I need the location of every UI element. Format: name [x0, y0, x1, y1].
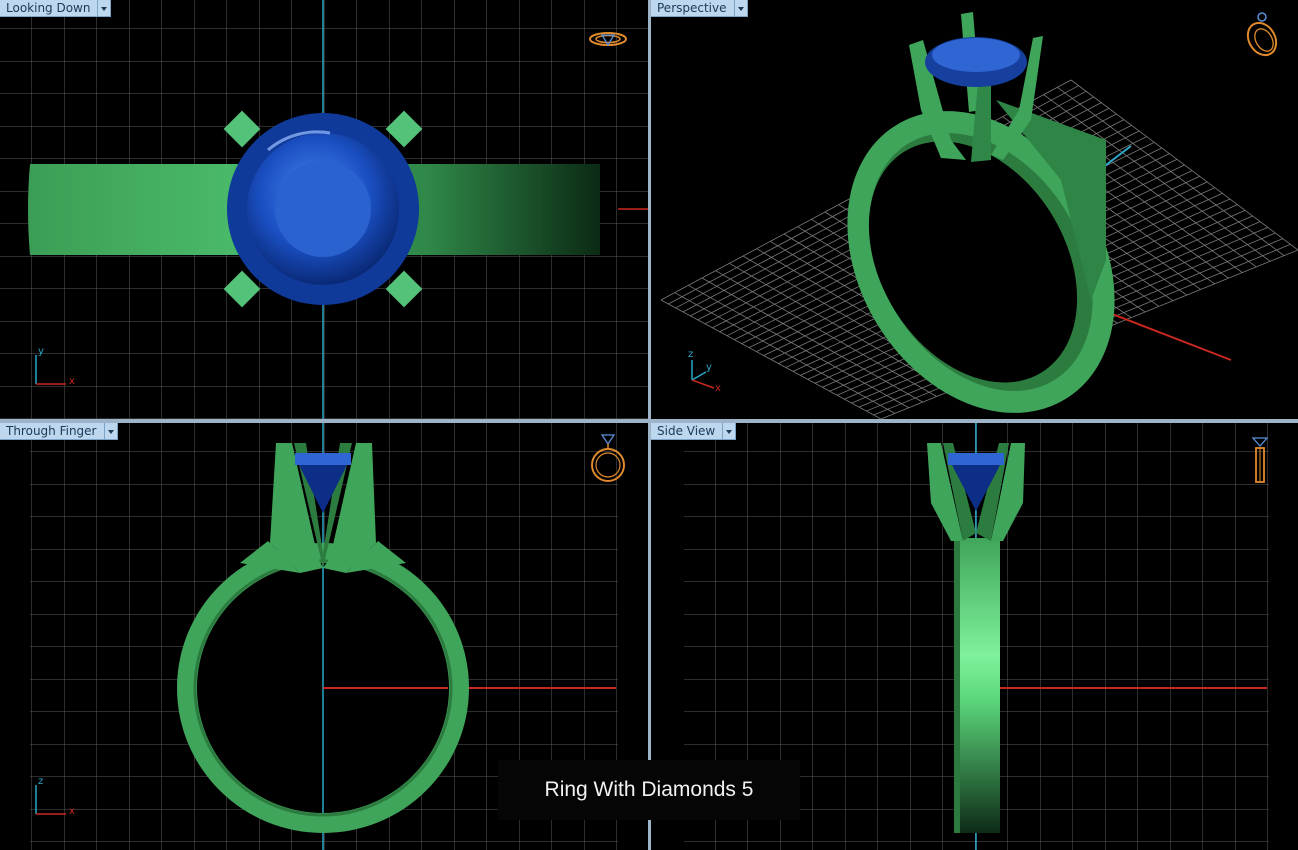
viewport-label-side-view[interactable]: Side View — [651, 423, 737, 440]
ring-top-view-icon[interactable] — [588, 29, 628, 56]
axis-indicator: y x — [30, 345, 80, 390]
viewport-dropdown-chevron-icon[interactable] — [734, 0, 748, 17]
ring-side-view-icon[interactable] — [1248, 432, 1272, 491]
axis-z-label: z — [688, 349, 694, 360]
axis-indicator: z x — [30, 775, 80, 820]
axis-x-label: x — [715, 383, 721, 394]
axis-y-label: y — [706, 362, 712, 373]
viewport-label-text: Through Finger — [0, 423, 105, 440]
model-title-caption: Ring With Diamonds 5 — [498, 760, 800, 820]
viewport-dropdown-chevron-icon[interactable] — [723, 423, 737, 440]
viewport-dropdown-chevron-icon[interactable] — [98, 0, 112, 17]
axis-h-label: x — [69, 376, 75, 387]
axis-v-label: y — [38, 346, 44, 357]
viewport-label-through-finger[interactable]: Through Finger — [0, 423, 118, 440]
ring-front-view-icon[interactable] — [588, 432, 628, 489]
viewport-label-perspective[interactable]: Perspective — [651, 0, 748, 17]
viewport-label-looking-down[interactable]: Looking Down — [0, 0, 112, 17]
viewport-label-text: Perspective — [651, 0, 735, 17]
viewport-looking-down[interactable]: Looking Down y x — [0, 0, 648, 419]
viewport-label-text: Side View — [651, 423, 724, 440]
viewport-horizontal-splitter[interactable] — [0, 419, 1298, 423]
viewport-dropdown-chevron-icon[interactable] — [104, 423, 118, 440]
axis-indicator: z y x — [684, 348, 734, 396]
gemstone-top[interactable] — [227, 113, 419, 305]
viewport-perspective[interactable]: Perspective z y x — [651, 0, 1298, 419]
perspective-scene[interactable] — [651, 0, 1298, 419]
ring-perspective-icon[interactable] — [1241, 10, 1281, 63]
top-view-scene[interactable] — [0, 0, 648, 419]
axis-v-label: z — [38, 776, 44, 787]
viewport-label-text: Looking Down — [0, 0, 99, 17]
axis-h-label: x — [69, 806, 75, 817]
gemstone-perspective[interactable] — [925, 37, 1027, 87]
ring-band-side[interactable] — [954, 538, 1000, 833]
ring-band-front[interactable] — [177, 543, 469, 833]
